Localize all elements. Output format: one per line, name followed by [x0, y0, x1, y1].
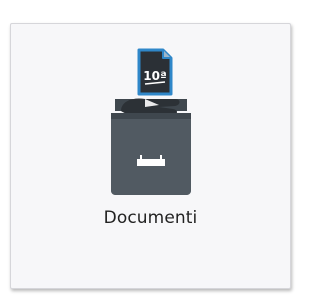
app-page: 10ª Documenti	[0, 0, 299, 295]
tile-label: Documenti	[103, 208, 198, 228]
drawer-icon	[111, 98, 191, 195]
documenti-tile[interactable]: 10ª Documenti	[10, 23, 291, 289]
document-badge-text: 10ª	[143, 69, 166, 83]
document-drawer-icon: 10ª	[111, 48, 191, 195]
document-icon: 10ª	[137, 48, 173, 96]
